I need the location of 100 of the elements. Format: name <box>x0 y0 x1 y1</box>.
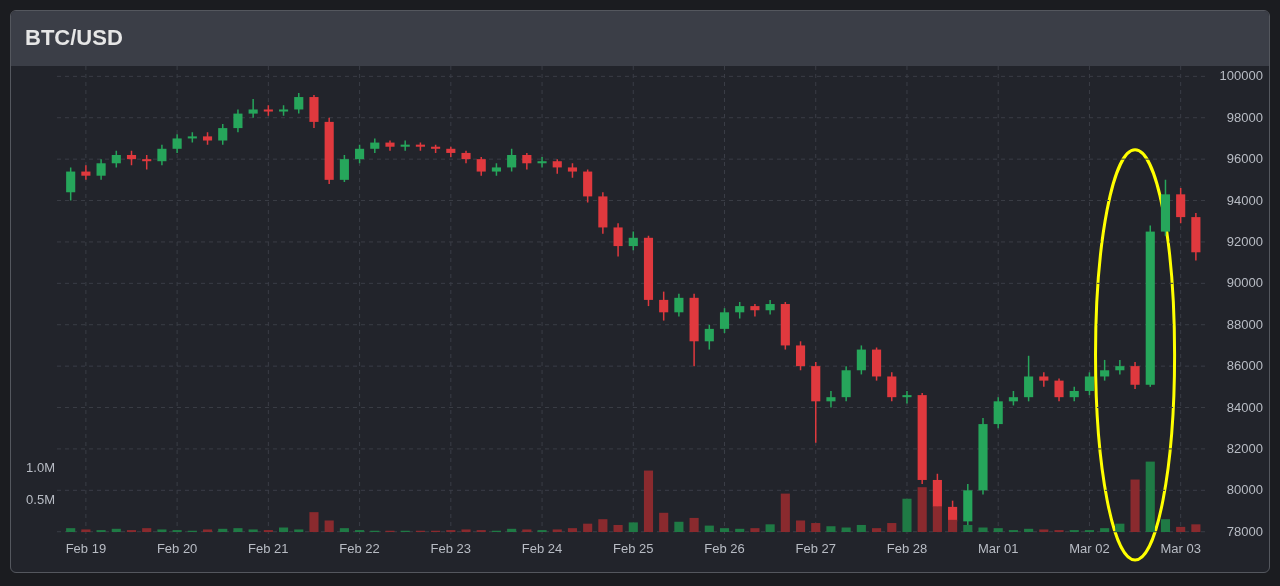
candle <box>279 104 289 117</box>
volume-bar <box>279 527 289 532</box>
candle <box>522 152 532 171</box>
candle <box>294 92 304 115</box>
candle <box>66 166 76 202</box>
candle <box>872 346 882 382</box>
y-axis-label: 98000 <box>1226 109 1263 125</box>
volume-bar <box>780 493 790 532</box>
candle <box>415 141 425 152</box>
y-axis-label: 100000 <box>1219 68 1263 84</box>
x-axis-label: Mar 01 <box>977 541 1019 556</box>
candle <box>1039 371 1049 388</box>
candle <box>172 133 182 154</box>
volume-bar <box>202 529 213 532</box>
volume-bar <box>1176 526 1186 532</box>
candle <box>659 290 669 322</box>
candle <box>567 162 577 179</box>
volume-bar <box>142 528 152 532</box>
candle <box>157 143 167 167</box>
volume-bar <box>111 528 121 532</box>
candle <box>1069 386 1079 403</box>
y-axis-label: 78000 <box>1226 523 1263 539</box>
candle <box>355 143 365 165</box>
volume-bar <box>567 528 577 532</box>
candle <box>537 156 547 169</box>
x-axis-label: Feb 23 <box>430 541 472 556</box>
volume-bar <box>932 506 942 532</box>
volume-bar <box>1145 461 1155 532</box>
candle <box>187 131 197 144</box>
volume-bar <box>309 512 319 532</box>
x-axis-label: Feb 26 <box>704 541 745 556</box>
y-axis-label: 80000 <box>1226 482 1263 498</box>
volume-bar <box>248 529 258 532</box>
candle <box>111 150 121 169</box>
volume-bar <box>856 524 866 532</box>
volume-bar <box>598 519 608 532</box>
candle <box>765 299 775 316</box>
candle <box>218 123 228 146</box>
candle <box>598 191 608 235</box>
candle <box>461 150 471 165</box>
candle <box>856 344 866 376</box>
candle <box>431 143 441 154</box>
candle <box>446 145 456 158</box>
candle <box>628 230 638 251</box>
volume-bar <box>917 487 927 532</box>
candle <box>339 154 349 183</box>
volume-bar <box>294 529 304 532</box>
volume-bar <box>674 521 684 532</box>
x-axis-label: Feb 19 <box>65 541 107 556</box>
x-axis-label: Feb 24 <box>521 541 563 556</box>
volume-bar <box>659 512 669 532</box>
y-axis-label: 88000 <box>1226 316 1263 332</box>
candle <box>583 168 593 204</box>
candle <box>887 371 897 403</box>
candle <box>780 301 790 351</box>
candle <box>126 150 137 167</box>
volume-bar <box>978 527 988 532</box>
candle <box>552 158 562 175</box>
volume-bar <box>507 528 517 532</box>
candle <box>993 396 1003 429</box>
y-axis-label: 94000 <box>1226 192 1263 208</box>
candle <box>841 365 851 403</box>
candle <box>902 390 912 405</box>
candle <box>233 108 243 133</box>
y-axis-label: 84000 <box>1226 399 1263 415</box>
x-axis-label: Feb 22 <box>339 541 380 556</box>
volume-bar <box>719 528 730 532</box>
y-axis-label: 82000 <box>1226 440 1263 456</box>
candle <box>1100 359 1110 382</box>
volume-axis-label: 0.5M <box>26 492 55 507</box>
candle <box>1084 371 1094 396</box>
x-axis-label: Feb 20 <box>156 541 198 556</box>
volume-bar <box>1024 528 1034 532</box>
candle <box>1176 187 1186 225</box>
volume-bar <box>735 528 745 532</box>
volume-bar <box>750 528 760 532</box>
volume-bar <box>1115 523 1125 532</box>
x-axis-label: Feb 21 <box>248 541 289 556</box>
candle <box>704 324 714 351</box>
candle <box>491 162 501 177</box>
candle <box>476 156 486 177</box>
y-axis-label: 92000 <box>1226 233 1263 249</box>
candle <box>248 98 258 119</box>
candle <box>263 104 273 117</box>
y-axis-label: 90000 <box>1226 275 1263 291</box>
candle <box>96 158 106 181</box>
candle <box>643 235 654 307</box>
volume-bar <box>1160 519 1170 532</box>
candle <box>400 139 410 152</box>
candle <box>796 340 806 371</box>
volume-bar <box>461 529 471 532</box>
x-axis-label: Feb 28 <box>886 541 928 556</box>
volume-bar <box>218 528 228 532</box>
candle <box>613 222 623 258</box>
candle <box>202 131 213 146</box>
candle <box>385 139 395 152</box>
volume-bar <box>948 519 958 532</box>
volume-axis-label: 1.0M <box>26 460 55 475</box>
volume-bar <box>826 526 836 532</box>
volume-bar <box>841 527 851 532</box>
